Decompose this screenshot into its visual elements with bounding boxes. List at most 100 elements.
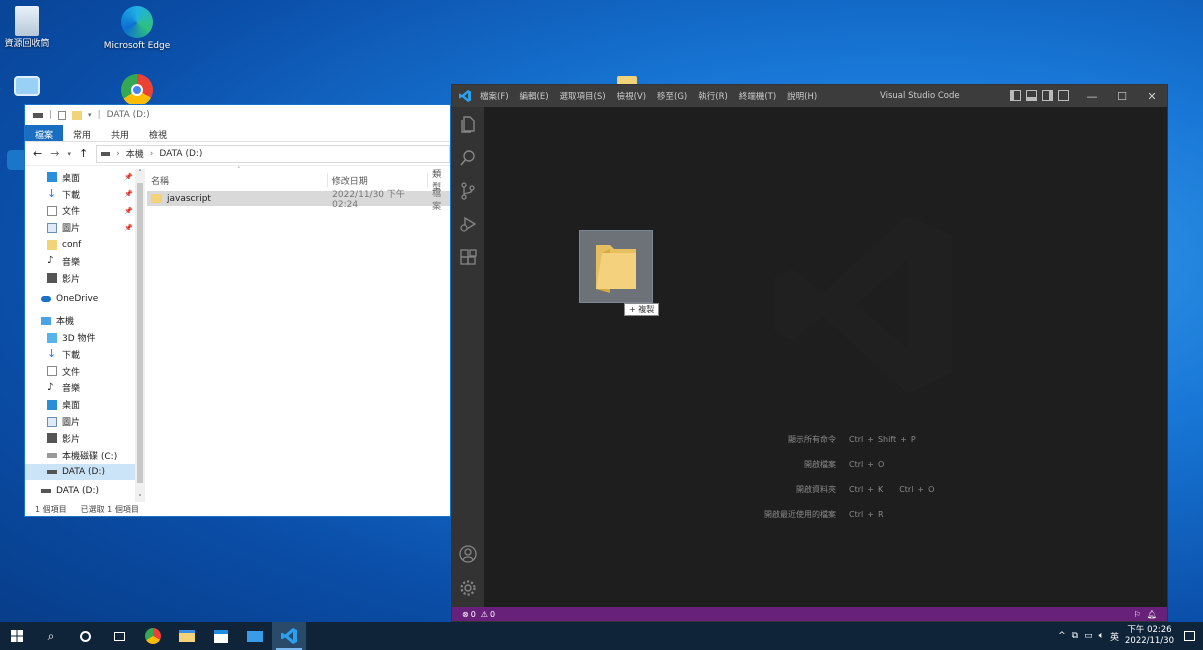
menu-view[interactable]: 檢視(V) xyxy=(617,90,646,102)
problems-indicator[interactable]: ⊗ 0 ⚠ 0 xyxy=(462,610,495,619)
warning-count: 0 xyxy=(489,609,496,619)
toggle-panel-icon[interactable] xyxy=(1026,90,1037,101)
notification-center-icon[interactable] xyxy=(1184,631,1195,641)
nav-item-music[interactable]: ♪ 音樂 xyxy=(25,253,135,270)
pin-icon: 📌 xyxy=(124,173,133,182)
desktop-icon-edge[interactable]: Microsoft Edge xyxy=(100,6,174,51)
input-method-indicator[interactable]: 英 xyxy=(1110,630,1119,643)
extensions-icon[interactable] xyxy=(459,249,477,267)
properties-icon[interactable] xyxy=(58,110,67,120)
taskbar-file-explorer[interactable] xyxy=(170,622,204,650)
nav-item-pictures-2[interactable]: 圖片 xyxy=(25,413,135,430)
editor-area[interactable]: + 複製 顯示所有命令 Ctrl + Shift + P 開啟檔案 Ctrl + O 開啟資… xyxy=(484,107,1167,607)
video-icon xyxy=(47,273,57,284)
remote-explorer-icon[interactable]: ⚐ xyxy=(1134,610,1141,619)
account-icon[interactable] xyxy=(459,545,477,563)
minimize-icon[interactable]: — xyxy=(1077,90,1107,103)
nav-item-desktop[interactable]: 桌面 📌 xyxy=(25,169,135,186)
nav-item-documents-2[interactable]: 文件 xyxy=(25,363,135,380)
error-icon: ⊗ xyxy=(462,609,469,619)
volume-icon[interactable]: 🔈︎ xyxy=(1099,631,1104,641)
folder-icon[interactable] xyxy=(72,110,83,120)
customize-layout-icon[interactable] xyxy=(1058,90,1069,101)
tab-file[interactable]: 檔案 xyxy=(25,125,64,141)
up-arrow-icon[interactable]: ↑ xyxy=(79,147,88,160)
menu-selection[interactable]: 選取項目(S) xyxy=(560,90,606,102)
taskbar-store[interactable] xyxy=(204,622,238,650)
menu-file[interactable]: 檔案(F) xyxy=(480,90,509,102)
task-view-button[interactable] xyxy=(102,622,136,650)
breadcrumb-this-pc[interactable]: 本機 xyxy=(126,147,144,160)
tab-home[interactable]: 常用 xyxy=(63,125,101,141)
drive-icon xyxy=(47,469,57,474)
nav-item-downloads-2[interactable]: ↓ 下載 xyxy=(25,346,135,363)
back-arrow-icon[interactable]: ← xyxy=(33,147,42,160)
bell-icon[interactable]: 🔔︎ xyxy=(1147,610,1167,619)
taskbar-vscode[interactable] xyxy=(272,622,306,650)
clock[interactable]: 下午 02:26 2022/11/30 xyxy=(1125,625,1174,647)
tab-share[interactable]: 共用 xyxy=(101,125,139,141)
nav-item-pictures[interactable]: 圖片 📌 xyxy=(25,219,135,236)
scroll-up-icon[interactable]: ˄ xyxy=(135,169,145,177)
scrollbar-thumb[interactable] xyxy=(137,183,143,483)
network-icon[interactable]: ▭ xyxy=(1084,631,1093,641)
menu-help[interactable]: 說明(H) xyxy=(787,90,817,102)
nav-item-3d-objects[interactable]: 3D 物件 xyxy=(25,329,135,346)
column-modified[interactable]: 修改日期 xyxy=(328,174,427,187)
nav-item-data-d-2[interactable]: DATA (D:) xyxy=(25,486,135,496)
nav-item-videos-2[interactable]: 影片 xyxy=(25,430,135,447)
nav-item-documents[interactable]: 文件 📌 xyxy=(25,203,135,220)
search-icon[interactable] xyxy=(459,149,477,167)
taskbar-mail[interactable] xyxy=(238,622,272,650)
address-bar[interactable]: › 本機 › DATA (D:) xyxy=(96,144,450,163)
menu-edit[interactable]: 編輯(E) xyxy=(520,90,549,102)
nav-item-this-pc[interactable]: 本機 xyxy=(25,312,135,329)
chevron-right-icon[interactable]: › xyxy=(116,149,120,159)
nav-item-downloads[interactable]: ↓ 下載 📌 xyxy=(25,186,135,203)
nav-item-music-2[interactable]: ♪ 音樂 xyxy=(25,380,135,397)
nav-item-desktop-2[interactable]: 桌面 xyxy=(25,396,135,413)
cortana-button[interactable] xyxy=(68,622,102,650)
column-name[interactable]: 名稱 ˄ xyxy=(145,166,327,187)
menu-terminal[interactable]: 終端機(T) xyxy=(739,90,776,102)
gear-icon[interactable] xyxy=(459,579,477,597)
desktop-icon-label: 資源回收筒 xyxy=(4,39,50,49)
computer-icon xyxy=(41,316,51,325)
quick-access-toolbar[interactable]: | xyxy=(49,110,52,120)
start-button[interactable] xyxy=(0,622,34,650)
desktop-icon-this-pc[interactable] xyxy=(0,76,64,99)
chevron-down-icon[interactable]: ▾ xyxy=(88,111,92,119)
breadcrumb-data-drive[interactable]: DATA (D:) xyxy=(159,149,202,159)
scroll-down-icon[interactable]: ˅ xyxy=(135,494,145,502)
explorer-icon[interactable] xyxy=(459,115,477,133)
desktop-icon-folder[interactable] xyxy=(617,76,637,84)
nav-scrollbar[interactable]: ˄ ˅ xyxy=(135,169,145,502)
recent-locations-icon[interactable]: ▾ xyxy=(67,150,71,158)
show-hidden-icons-icon[interactable]: ^ xyxy=(1058,631,1066,641)
nav-item-onedrive[interactable]: OneDrive xyxy=(25,291,135,308)
search-button[interactable]: ⌕ xyxy=(34,622,68,650)
tab-view[interactable]: 檢視 xyxy=(139,125,177,141)
cortana-icon xyxy=(79,630,91,642)
forward-arrow-icon[interactable]: → xyxy=(50,147,59,160)
menu-run[interactable]: 執行(R) xyxy=(698,90,728,102)
window-controls: — ☐ ✕ xyxy=(1077,85,1167,107)
video-icon xyxy=(47,433,57,444)
taskbar-chrome[interactable] xyxy=(136,622,170,650)
desktop-icon-recycle-bin[interactable]: 資源回收筒 xyxy=(0,6,64,49)
nav-item-local-disk-c[interactable]: 本機磁碟 (C:) xyxy=(25,447,135,464)
toggle-secondary-sidebar-icon[interactable] xyxy=(1042,90,1053,101)
table-row[interactable]: javascript 2022/11/30 下午 02:24 檔案 xyxy=(147,189,450,212)
meet-now-icon[interactable]: ⧉ xyxy=(1072,631,1078,641)
chevron-right-icon[interactable]: › xyxy=(150,149,154,159)
run-debug-icon[interactable] xyxy=(459,215,477,233)
drive-icon xyxy=(41,489,51,494)
close-icon[interactable]: ✕ xyxy=(1137,90,1167,103)
menu-go[interactable]: 移至(G) xyxy=(657,90,687,102)
source-control-icon[interactable] xyxy=(459,182,477,200)
nav-item-videos[interactable]: 影片 xyxy=(25,270,135,287)
maximize-icon[interactable]: ☐ xyxy=(1107,90,1137,103)
nav-item-conf[interactable]: conf xyxy=(25,236,135,253)
toggle-sidebar-icon[interactable] xyxy=(1010,90,1021,101)
nav-item-data-d[interactable]: DATA (D:) xyxy=(25,463,135,481)
